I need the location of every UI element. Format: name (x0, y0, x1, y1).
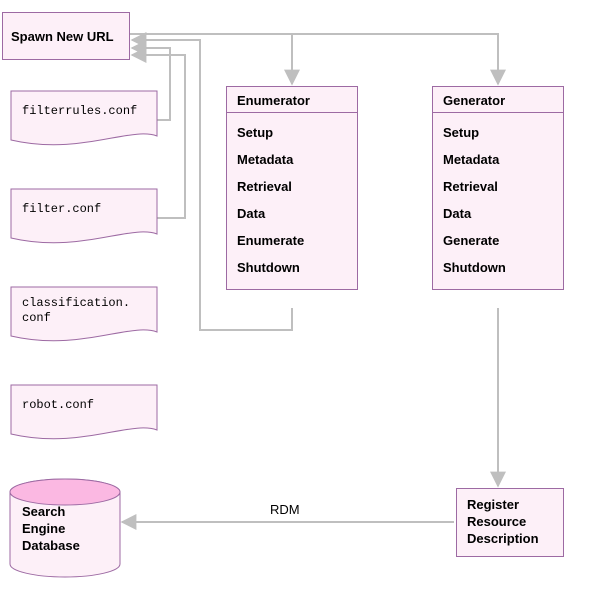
database-cylinder: Search Engine Database (8, 478, 122, 581)
doc-classification: classification. conf (10, 286, 158, 348)
enumerator-item: Shutdown (237, 254, 347, 281)
spawn-label: Spawn New URL (11, 29, 114, 44)
enumerator-item: Retrieval (237, 173, 347, 200)
register-line: Description (467, 531, 553, 548)
register-line: Resource (467, 514, 553, 531)
doc-robot-label: robot.conf (22, 398, 94, 413)
doc-filter-label: filter.conf (22, 202, 101, 217)
doc-filterrules-label: filterrules.conf (22, 104, 137, 119)
generator-item: Generate (443, 227, 553, 254)
doc-robot: robot.conf (10, 384, 158, 446)
generator-item: Data (443, 200, 553, 227)
enumerator-item: Metadata (237, 146, 347, 173)
register-box: Register Resource Description (456, 488, 564, 557)
database-line: Search (22, 504, 80, 521)
enumerator-title: Enumerator (227, 87, 357, 113)
database-line: Database (22, 538, 80, 555)
enumerator-item: Data (237, 200, 347, 227)
generator-title: Generator (433, 87, 563, 113)
diagram-canvas: Spawn New URL filterrules.conf filter.co… (0, 0, 591, 590)
enumerator-item: Setup (237, 119, 347, 146)
doc-filterrules: filterrules.conf (10, 90, 158, 152)
register-line: Register (467, 497, 553, 514)
generator-body: Setup Metadata Retrieval Data Generate S… (433, 113, 563, 289)
doc-filter: filter.conf (10, 188, 158, 250)
edge-label-rdm: RDM (270, 502, 300, 517)
enumerator-item: Enumerate (237, 227, 347, 254)
generator-item: Setup (443, 119, 553, 146)
generator-item: Retrieval (443, 173, 553, 200)
doc-classification-label: classification. conf (22, 296, 130, 326)
generator-item: Shutdown (443, 254, 553, 281)
spawn-box: Spawn New URL (2, 12, 130, 60)
database-label: Search Engine Database (22, 504, 80, 555)
database-line: Engine (22, 521, 80, 538)
generator-item: Metadata (443, 146, 553, 173)
generator-box: Generator Setup Metadata Retrieval Data … (432, 86, 564, 290)
enumerator-box: Enumerator Setup Metadata Retrieval Data… (226, 86, 358, 290)
enumerator-body: Setup Metadata Retrieval Data Enumerate … (227, 113, 357, 289)
